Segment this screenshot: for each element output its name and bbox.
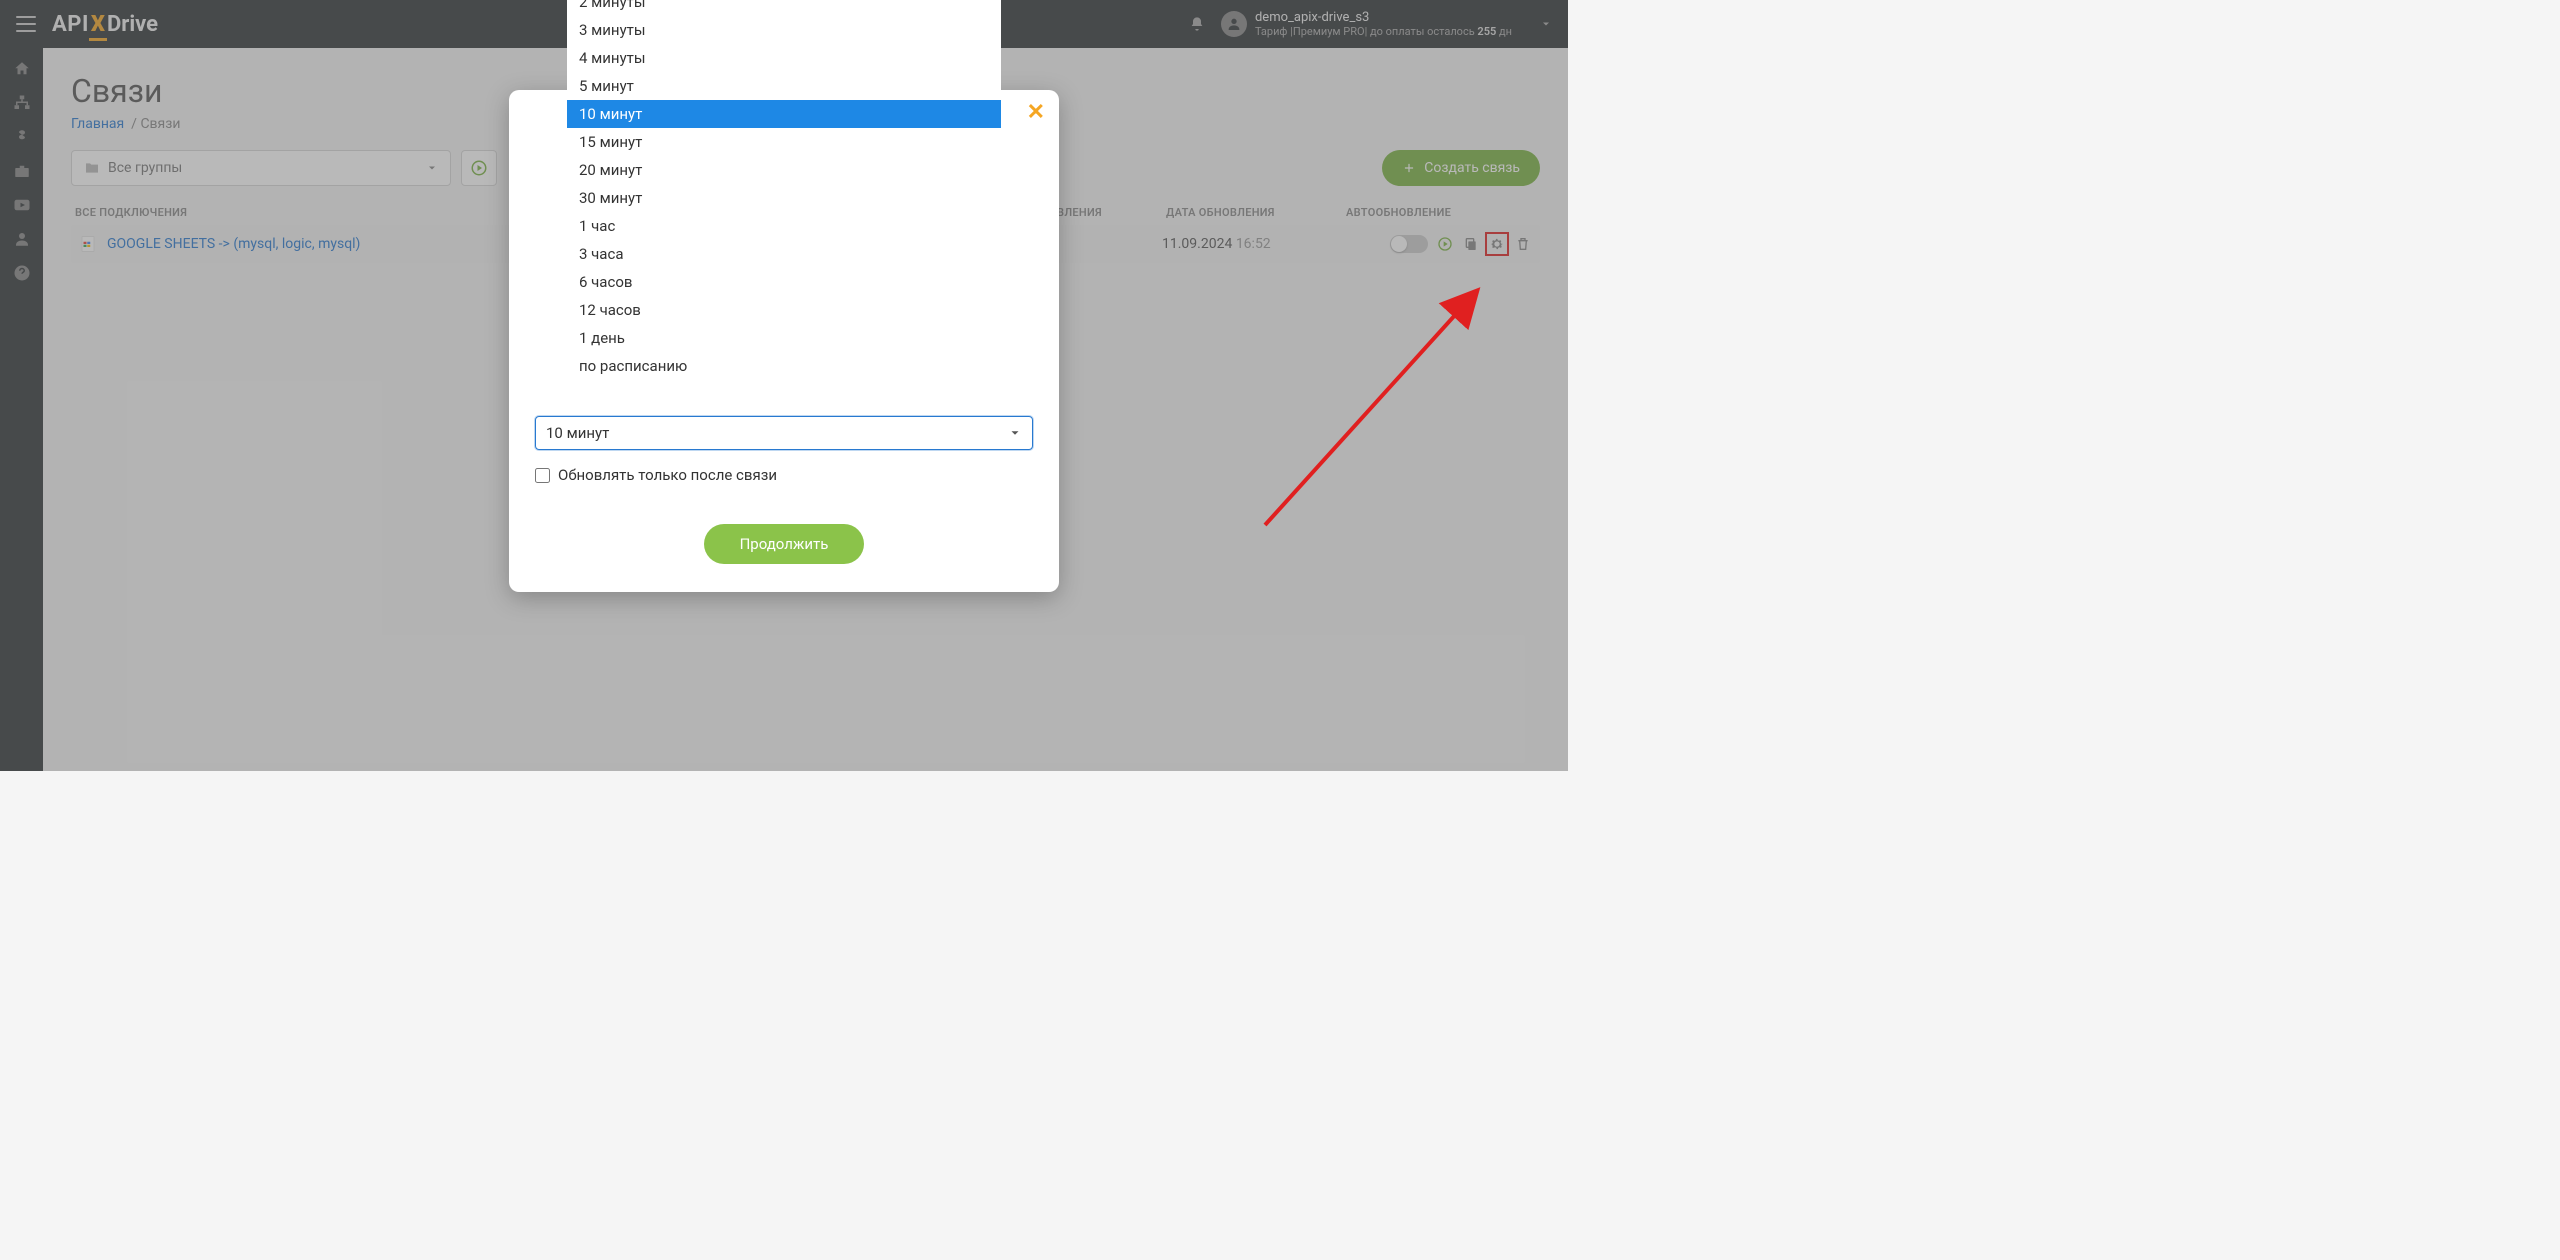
interval-option[interactable]: по расписанию — [567, 352, 1001, 380]
continue-button[interactable]: Продолжить — [704, 524, 865, 564]
interval-option[interactable]: 5 минут — [567, 72, 1001, 100]
interval-select[interactable]: 10 минут — [535, 416, 1033, 450]
interval-dropdown-list: 2 минуты3 минуты4 минуты5 минут10 минут1… — [567, 0, 1001, 380]
interval-option[interactable]: 15 минут — [567, 128, 1001, 156]
update-after-connection-checkbox[interactable]: Обновлять только после связи — [535, 466, 1033, 484]
chevron-down-icon — [1008, 426, 1022, 440]
interval-option[interactable]: 4 минуты — [567, 44, 1001, 72]
interval-option[interactable]: 1 день — [567, 324, 1001, 352]
interval-option[interactable]: 3 минуты — [567, 16, 1001, 44]
close-icon[interactable]: ✕ — [1027, 100, 1045, 125]
checkbox-input[interactable] — [535, 468, 550, 483]
interval-option[interactable]: 30 минут — [567, 184, 1001, 212]
interval-option[interactable]: 20 минут — [567, 156, 1001, 184]
interval-modal: ✕ 2 минуты3 минуты4 минуты5 минут10 мину… — [509, 90, 1059, 592]
interval-option[interactable]: 6 часов — [567, 268, 1001, 296]
interval-option[interactable]: 3 часа — [567, 240, 1001, 268]
interval-option[interactable]: 12 часов — [567, 296, 1001, 324]
interval-option[interactable]: 2 минуты — [567, 0, 1001, 16]
interval-option[interactable]: 10 минут — [567, 100, 1001, 128]
interval-option[interactable]: 1 час — [567, 212, 1001, 240]
